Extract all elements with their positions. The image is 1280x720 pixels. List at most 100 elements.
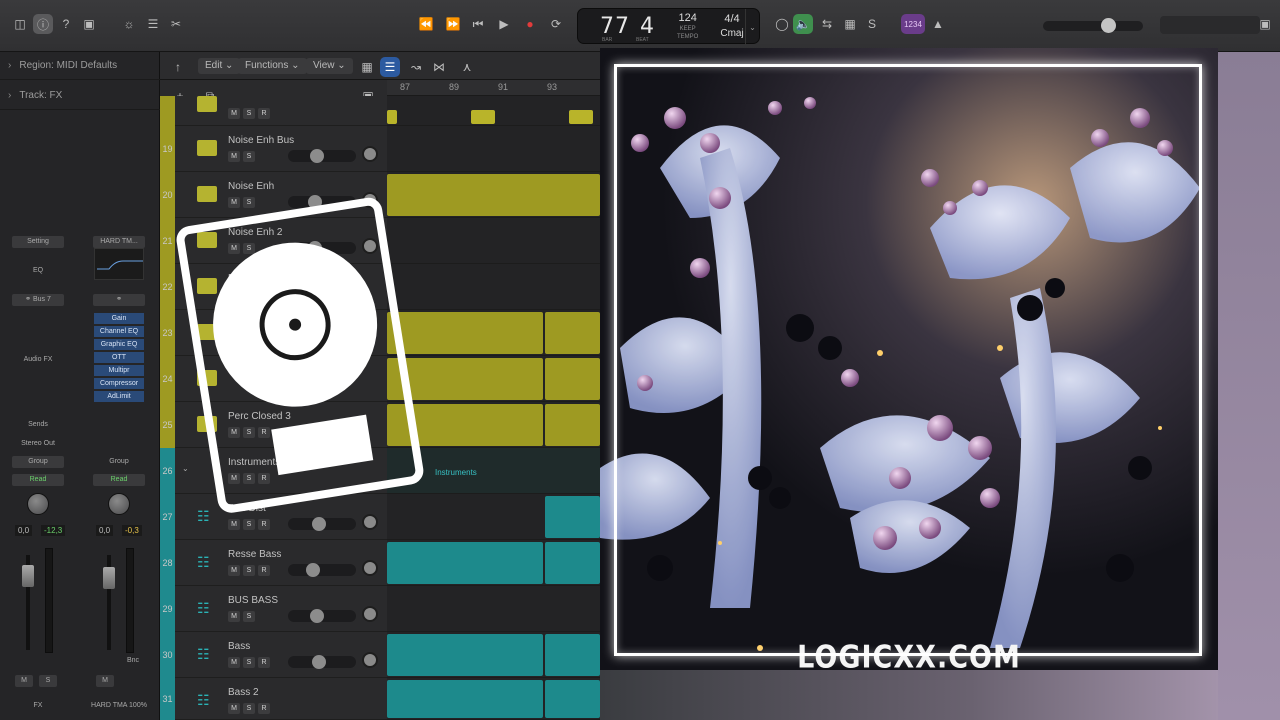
region[interactable] bbox=[545, 404, 600, 446]
group-button[interactable]: Group bbox=[12, 456, 64, 468]
mute-button[interactable]: M bbox=[228, 703, 240, 714]
functions-menu[interactable]: Functions ⌄ bbox=[238, 58, 307, 74]
pan-knob[interactable] bbox=[362, 606, 378, 622]
region[interactable] bbox=[545, 542, 600, 584]
solo-button[interactable]: S bbox=[243, 151, 255, 162]
search-field[interactable] bbox=[1160, 16, 1260, 34]
track-name[interactable]: Resse Bass bbox=[228, 549, 281, 560]
eq-thumbnail[interactable] bbox=[94, 248, 144, 280]
bus-input-button[interactable]: ⚭ Bus 7 bbox=[12, 294, 64, 306]
volume-slider[interactable] bbox=[288, 609, 356, 623]
region[interactable] bbox=[545, 496, 600, 538]
mute-button[interactable]: M bbox=[96, 675, 114, 687]
library-icon[interactable]: ◫ bbox=[10, 14, 30, 34]
pan-knob[interactable] bbox=[108, 493, 130, 515]
region[interactable] bbox=[545, 358, 600, 400]
lane[interactable] bbox=[387, 540, 600, 586]
plugin-slot-compressor[interactable]: Compressor bbox=[94, 378, 144, 389]
editors-icon[interactable]: ✂ bbox=[166, 14, 186, 34]
automation-button[interactable]: Read bbox=[12, 474, 64, 486]
record-enable-button[interactable]: R bbox=[258, 565, 270, 576]
record-enable-button[interactable]: R bbox=[258, 703, 270, 714]
record-enable-button[interactable]: R bbox=[258, 657, 270, 668]
lcd-display[interactable]: 77 4 BAR BEAT 124 KEEP TEMPO 4/4 Cmaj ⌄ bbox=[577, 8, 760, 45]
pan-knob[interactable] bbox=[362, 514, 378, 530]
cycle-icon[interactable]: ⟳ bbox=[546, 14, 566, 34]
plugin-slot-ott[interactable]: OTT bbox=[94, 352, 144, 363]
setting-button[interactable]: HARD TM... bbox=[93, 236, 145, 248]
snap-icon[interactable]: ⋏ bbox=[457, 57, 477, 77]
eq-button[interactable]: EQ bbox=[12, 265, 64, 277]
region[interactable] bbox=[569, 110, 593, 124]
go-to-start-icon[interactable]: ⏮ bbox=[468, 14, 488, 34]
track-name[interactable]: Bass bbox=[228, 641, 250, 652]
mute-button[interactable]: M bbox=[228, 565, 240, 576]
track-row[interactable]: 19 Noise Enh Bus MS bbox=[160, 126, 387, 172]
inspector-icon[interactable]: ⓘ bbox=[33, 14, 53, 34]
view-menu[interactable]: View ⌄ bbox=[306, 58, 353, 74]
track-row[interactable]: MSR bbox=[160, 96, 387, 126]
pan-knob[interactable] bbox=[362, 146, 378, 162]
pan-knob[interactable] bbox=[362, 560, 378, 576]
record-enable-button[interactable]: R bbox=[258, 108, 270, 119]
solo-button[interactable]: S bbox=[243, 703, 255, 714]
metronome-icon[interactable]: ▲ bbox=[928, 14, 948, 34]
master-volume-slider[interactable] bbox=[1043, 18, 1143, 33]
track-name[interactable]: BUS BASS bbox=[228, 595, 278, 606]
volume-slider[interactable] bbox=[288, 517, 356, 531]
track-name[interactable]: Noise Enh Bus bbox=[228, 135, 294, 146]
volume-slider[interactable] bbox=[288, 563, 356, 577]
track-row[interactable]: 31 ☷ Bass 2 MSR bbox=[160, 678, 387, 720]
quick-help-icon[interactable]: ? bbox=[56, 14, 76, 34]
region[interactable] bbox=[387, 110, 397, 124]
output-button[interactable]: Stereo Out bbox=[12, 438, 64, 450]
rewind-icon[interactable]: ⏪ bbox=[416, 14, 436, 34]
low-latency-icon[interactable]: 🔈 bbox=[793, 14, 813, 34]
flex-icon[interactable]: ↝ bbox=[406, 57, 426, 77]
region[interactable] bbox=[471, 110, 495, 124]
pan-knob[interactable] bbox=[27, 493, 49, 515]
fader-handle[interactable] bbox=[22, 565, 34, 587]
track-name[interactable]: Bass 2 bbox=[228, 687, 259, 698]
region[interactable] bbox=[387, 634, 543, 676]
lane[interactable] bbox=[387, 126, 600, 172]
region[interactable] bbox=[545, 312, 600, 354]
solo-button[interactable]: S bbox=[243, 657, 255, 668]
solo-button[interactable]: S bbox=[243, 611, 255, 622]
record-icon[interactable]: ● bbox=[520, 14, 540, 34]
autopunch-icon[interactable]: ⇆ bbox=[817, 14, 837, 34]
volume-slider[interactable] bbox=[288, 149, 356, 163]
toolbar-toggle-icon[interactable]: ▣ bbox=[79, 14, 99, 34]
solo-button[interactable]: S bbox=[243, 108, 255, 119]
track-row[interactable]: 29 ☷ BUS BASS MS bbox=[160, 586, 387, 632]
volume-slider[interactable] bbox=[288, 655, 356, 669]
bounce-button[interactable]: Bnc bbox=[122, 655, 144, 667]
tuner-icon[interactable]: ◯ bbox=[772, 14, 792, 34]
plugin-slot-graphic-eq[interactable]: Graphic EQ bbox=[94, 339, 144, 350]
region[interactable] bbox=[545, 680, 600, 718]
lcd-chevron-down-icon[interactable]: ⌄ bbox=[745, 9, 759, 45]
link-button[interactable]: ⚭ bbox=[93, 294, 145, 306]
lane[interactable] bbox=[387, 678, 600, 720]
lane[interactable] bbox=[387, 96, 600, 126]
replace-icon[interactable]: ▦ bbox=[840, 14, 860, 34]
crossfade-icon[interactable]: ⋈ bbox=[429, 57, 449, 77]
count-in-button[interactable]: 1234 bbox=[901, 14, 925, 34]
browser-icon[interactable]: ▣ bbox=[1255, 14, 1275, 34]
play-icon[interactable]: ▶ bbox=[494, 14, 514, 34]
lcd-signature[interactable]: 4/4 Cmaj bbox=[720, 13, 743, 39]
group-button[interactable]: Group bbox=[93, 456, 145, 468]
fader-handle[interactable] bbox=[103, 567, 115, 589]
smart-controls-icon[interactable]: ☼ bbox=[119, 14, 139, 34]
plugin-slot-multipr[interactable]: Multipr bbox=[94, 365, 144, 376]
forward-icon[interactable]: ⏩ bbox=[443, 14, 463, 34]
grid-view-icon[interactable]: ▦ bbox=[357, 57, 377, 77]
solo-button[interactable]: S bbox=[39, 675, 57, 687]
track-row[interactable]: 28 ☷ Resse Bass MSR bbox=[160, 540, 387, 586]
mixer-icon[interactable]: ☰ bbox=[143, 14, 163, 34]
record-enable-button[interactable]: R bbox=[258, 519, 270, 530]
bar-ruler[interactable]: 87 89 91 93 bbox=[387, 80, 600, 96]
mute-button[interactable]: M bbox=[228, 151, 240, 162]
solo-button[interactable]: S bbox=[243, 565, 255, 576]
plugin-slot-gain[interactable]: Gain bbox=[94, 313, 144, 324]
